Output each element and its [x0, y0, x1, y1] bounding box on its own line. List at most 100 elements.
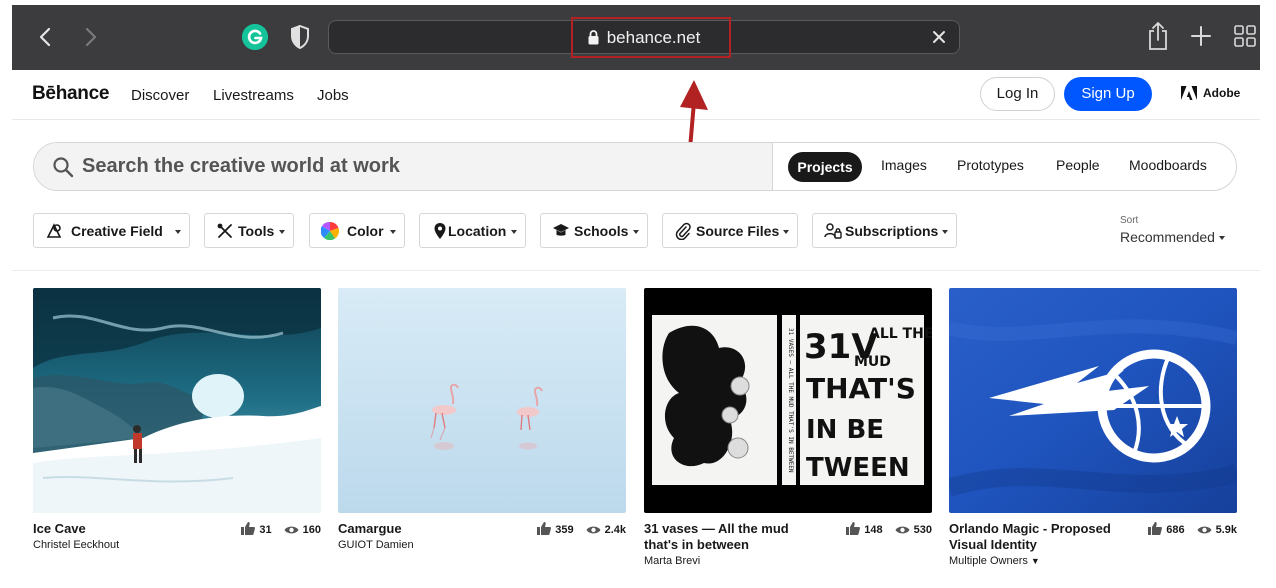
- project-thumbnail[interactable]: [338, 288, 626, 513]
- project-thumbnail[interactable]: [949, 288, 1237, 513]
- caret-down-icon: [942, 230, 948, 234]
- thumbs-up-icon: [537, 522, 552, 535]
- sort-label: Sort: [1120, 215, 1139, 226]
- project-card[interactable]: Ice Cave Christel Eeckhout 31 160: [33, 288, 321, 551]
- adobe-link[interactable]: Adobe: [1181, 86, 1240, 100]
- tab-images[interactable]: Images: [881, 157, 927, 173]
- tab-projects[interactable]: Projects: [788, 152, 862, 182]
- project-title[interactable]: Ice Cave: [33, 521, 213, 537]
- project-title-block: Ice Cave Christel Eeckhout: [33, 521, 213, 553]
- search-icon: [53, 157, 74, 178]
- poster-text: THAT'S: [806, 372, 916, 405]
- view-count: 530: [913, 524, 932, 536]
- project-thumbnail[interactable]: [33, 288, 321, 513]
- adobe-logo-icon: [1181, 86, 1197, 100]
- new-tab-icon[interactable]: [1190, 25, 1212, 47]
- appreciation-count: 148: [864, 524, 883, 536]
- filter-label: Schools: [574, 223, 629, 239]
- login-button[interactable]: Log In: [980, 77, 1055, 111]
- project-title[interactable]: Orlando Magic - Proposed Visual Identity: [949, 521, 1129, 553]
- search-input[interactable]: Search the creative world at work: [82, 155, 400, 178]
- site-header: Bēhance Discover Livestreams Jobs Log In…: [12, 70, 1260, 120]
- url-highlight-box: [571, 17, 731, 58]
- filter-location[interactable]: Location: [419, 213, 526, 248]
- project-card[interactable]: Orlando Magic - Proposed Visual Identity…: [949, 288, 1237, 567]
- appreciation-count: 31: [259, 524, 272, 536]
- signup-button[interactable]: Sign Up: [1064, 77, 1152, 111]
- nav-livestreams[interactable]: Livestreams: [213, 87, 294, 104]
- svg-text:31 VASES — ALL THE MUD THAT'S: 31 VASES — ALL THE MUD THAT'S IN BETWEEN: [787, 328, 794, 473]
- project-stats: 31 160: [241, 522, 321, 536]
- tools-icon: [217, 223, 232, 238]
- color-wheel-icon: [321, 222, 339, 240]
- nav-jobs[interactable]: Jobs: [317, 87, 349, 104]
- poster-text: ALL THE: [869, 326, 932, 342]
- appreciation-count: 686: [1166, 524, 1185, 536]
- project-title[interactable]: 31 vases — All the mud that's in between: [644, 521, 824, 553]
- project-owner[interactable]: Multiple Owners ▼: [949, 553, 1129, 569]
- search-field[interactable]: Search the creative world at work: [34, 143, 773, 190]
- back-icon[interactable]: [34, 25, 58, 49]
- filter-color[interactable]: Color: [309, 213, 405, 248]
- caret-down-icon: [783, 230, 789, 234]
- caret-down-icon: [175, 230, 181, 234]
- project-stats: 359 2.4k: [537, 522, 626, 536]
- caret-down-icon: [390, 230, 396, 234]
- project-owner[interactable]: Marta Brevi: [644, 553, 824, 569]
- thumbs-up-icon: [846, 522, 861, 535]
- paperclip-icon: [675, 222, 691, 240]
- project-title-block: 31 vases — All the mud that's in between…: [644, 521, 824, 569]
- caret-down-icon[interactable]: [1219, 236, 1225, 240]
- view-count: 5.9k: [1215, 524, 1237, 536]
- project-owner[interactable]: Christel Eeckhout: [33, 537, 213, 553]
- adobe-label: Adobe: [1203, 86, 1241, 100]
- eye-icon: [1197, 526, 1212, 534]
- caret-down-icon: [279, 230, 285, 234]
- filter-label: Location: [448, 223, 507, 239]
- poster-text: MUD: [854, 354, 891, 370]
- filter-label: Subscriptions: [845, 223, 939, 239]
- appreciation-count: 359: [555, 524, 574, 536]
- forward-icon[interactable]: [78, 25, 102, 49]
- project-title[interactable]: Camargue: [338, 521, 518, 537]
- tab-prototypes[interactable]: Prototypes: [957, 157, 1024, 173]
- grammarly-icon[interactable]: [242, 24, 268, 50]
- filter-label: Tools: [238, 223, 275, 239]
- filter-creative-fields[interactable]: Creative Fields: [33, 213, 190, 248]
- filter-tools[interactable]: Tools: [204, 213, 294, 248]
- filter-schools[interactable]: Schools: [540, 213, 648, 248]
- project-title-block: Orlando Magic - Proposed Visual Identity…: [949, 521, 1129, 569]
- tab-moodboards[interactable]: Moodboards: [1129, 157, 1207, 173]
- eye-icon: [284, 526, 299, 534]
- project-stats: 148 530: [846, 522, 932, 536]
- behance-logo[interactable]: Bēhance: [32, 83, 109, 105]
- nav-discover[interactable]: Discover: [131, 87, 189, 104]
- eye-icon: [895, 526, 910, 534]
- graduation-cap-icon: [553, 224, 569, 236]
- tab-overview-icon[interactable]: [1234, 25, 1256, 47]
- poster-text: TWEEN: [806, 453, 910, 483]
- caret-down-icon: [633, 230, 639, 234]
- divider: [12, 270, 1260, 271]
- filter-label: Color: [347, 223, 384, 239]
- project-title-block: Camargue GUIOT Damien: [338, 521, 518, 553]
- share-icon[interactable]: [1146, 21, 1170, 51]
- tab-people[interactable]: People: [1056, 157, 1100, 173]
- search-bar: Search the creative world at work Projec…: [33, 142, 1237, 191]
- filter-subscriptions[interactable]: Subscriptions: [812, 213, 957, 248]
- project-owner-label: Multiple Owners: [949, 555, 1028, 567]
- project-owner[interactable]: GUIOT Damien: [338, 537, 518, 553]
- creative-fields-icon: [46, 223, 62, 238]
- shield-icon[interactable]: [289, 24, 311, 50]
- project-card[interactable]: 31 VASES — ALL THE MUD THAT'S IN BETWEEN…: [644, 288, 932, 567]
- sort-dropdown[interactable]: Recommended: [1120, 229, 1215, 245]
- clear-icon[interactable]: [929, 27, 949, 47]
- view-count: 2.4k: [604, 524, 626, 536]
- caret-down-icon[interactable]: ▼: [1031, 556, 1040, 566]
- project-card[interactable]: Camargue GUIOT Damien 359 2.4k: [338, 288, 626, 551]
- project-thumbnail[interactable]: 31 VASES — ALL THE MUD THAT'S IN BETWEEN…: [644, 288, 932, 513]
- location-pin-icon: [434, 223, 446, 239]
- filter-label: Source Files: [696, 223, 780, 239]
- filter-source-files[interactable]: Source Files: [662, 213, 798, 248]
- poster-text: IN BE: [806, 415, 884, 445]
